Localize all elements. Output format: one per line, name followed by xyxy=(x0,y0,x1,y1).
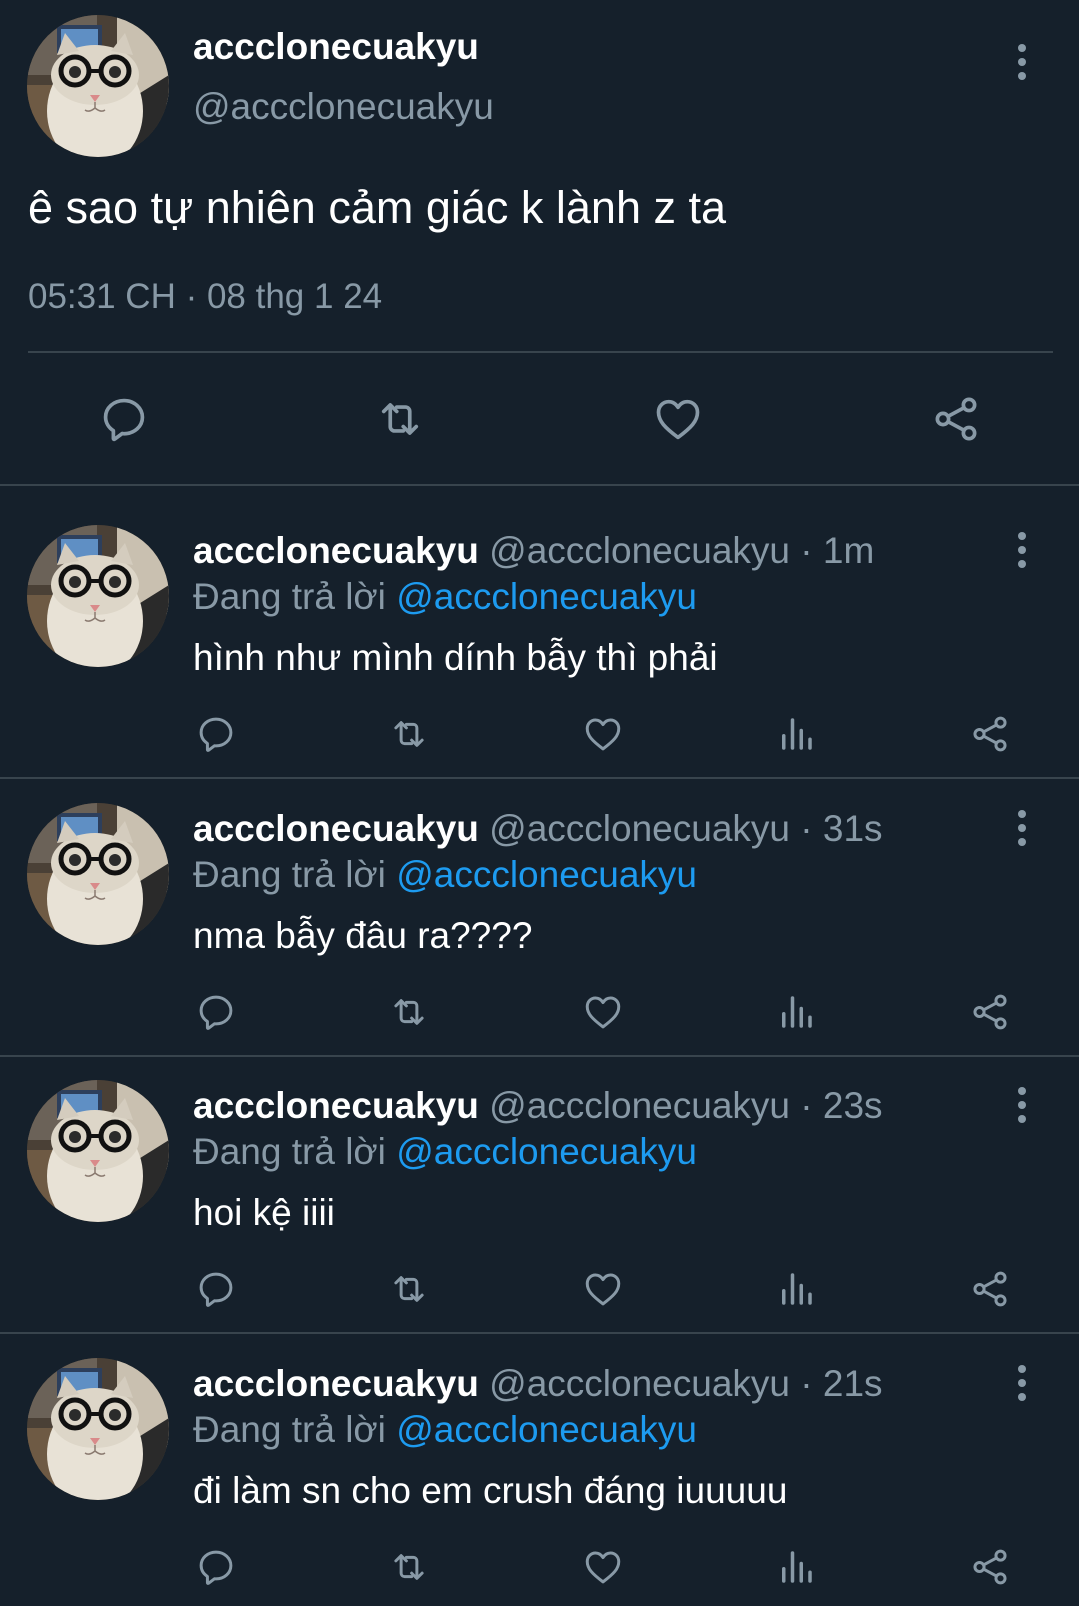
reply-icon[interactable] xyxy=(94,389,154,449)
replying-to: Đang trả lời @accclonecuakyu xyxy=(193,1409,697,1451)
divider xyxy=(0,777,1079,779)
reply-header: accclonecuakyu @accclonecuakyu · 31s xyxy=(193,808,883,850)
retweet-icon[interactable] xyxy=(384,1264,434,1314)
more-options-icon[interactable] xyxy=(1002,32,1042,92)
reply-text: đi làm sn cho em crush đáng iuuuuu xyxy=(193,1470,788,1511)
retweet-icon[interactable] xyxy=(384,1542,434,1592)
avatar[interactable] xyxy=(27,1080,169,1222)
like-icon[interactable] xyxy=(578,709,628,759)
reply-icon[interactable] xyxy=(191,709,241,759)
like-icon[interactable] xyxy=(648,389,708,449)
more-options-icon[interactable] xyxy=(1002,798,1042,858)
mention-link[interactable]: @accclonecuakyu xyxy=(396,576,697,617)
mention-link[interactable]: @accclonecuakyu xyxy=(396,854,697,895)
replying-to-label: Đang trả lời xyxy=(193,1131,397,1172)
like-icon[interactable] xyxy=(578,1542,628,1592)
views-icon[interactable] xyxy=(771,1542,821,1592)
share-icon[interactable] xyxy=(926,389,986,449)
display-name[interactable]: accclonecuakyu xyxy=(193,530,479,571)
handle-and-time: @accclonecuakyu · 23s xyxy=(478,1085,883,1126)
avatar[interactable] xyxy=(27,525,169,667)
handle-and-time: @accclonecuakyu · 1m xyxy=(478,530,875,571)
avatar[interactable] xyxy=(27,803,169,945)
like-icon[interactable] xyxy=(578,1264,628,1314)
replying-to-label: Đang trả lời xyxy=(193,1409,397,1450)
retweet-icon[interactable] xyxy=(370,389,430,449)
display-name[interactable]: accclonecuakyu xyxy=(193,808,479,849)
handle-and-time: @accclonecuakyu · 21s xyxy=(478,1363,883,1404)
mention-link[interactable]: @accclonecuakyu xyxy=(396,1409,697,1450)
user-handle[interactable]: @accclonecuakyu xyxy=(193,86,494,128)
reply-text: nma bẫy đâu ra???? xyxy=(193,915,533,956)
views-icon[interactable] xyxy=(771,987,821,1037)
reply-icon[interactable] xyxy=(191,987,241,1037)
reply-header: accclonecuakyu @accclonecuakyu · 1m xyxy=(193,530,874,572)
views-icon[interactable] xyxy=(771,1264,821,1314)
replying-to: Đang trả lời @accclonecuakyu xyxy=(193,854,697,896)
reply-header: accclonecuakyu @accclonecuakyu · 21s xyxy=(193,1363,883,1405)
reply-header: accclonecuakyu @accclonecuakyu · 23s xyxy=(193,1085,883,1127)
display-name[interactable]: accclonecuakyu xyxy=(193,1363,479,1404)
retweet-icon[interactable] xyxy=(384,987,434,1037)
display-name[interactable]: accclonecuakyu xyxy=(193,26,479,68)
tweet-text: ê sao tự nhiên cảm giác k lành z ta xyxy=(28,182,727,233)
divider xyxy=(0,1332,1079,1334)
divider xyxy=(0,484,1079,486)
more-options-icon[interactable] xyxy=(1002,1075,1042,1135)
share-icon[interactable] xyxy=(965,1264,1015,1314)
reply-icon[interactable] xyxy=(191,1264,241,1314)
reply-text: hình như mình dính bẫy thì phải xyxy=(193,637,718,678)
mention-link[interactable]: @accclonecuakyu xyxy=(396,1131,697,1172)
avatar[interactable] xyxy=(27,15,169,157)
replying-to: Đang trả lời @accclonecuakyu xyxy=(193,576,697,618)
retweet-icon[interactable] xyxy=(384,709,434,759)
avatar[interactable] xyxy=(27,1358,169,1500)
more-options-icon[interactable] xyxy=(1002,1353,1042,1413)
views-icon[interactable] xyxy=(771,709,821,759)
display-name[interactable]: accclonecuakyu xyxy=(193,1085,479,1126)
divider xyxy=(0,1055,1079,1057)
replying-to-label: Đang trả lời xyxy=(193,576,397,617)
replying-to: Đang trả lời @accclonecuakyu xyxy=(193,1131,697,1173)
tweet-timestamp[interactable]: 05:31 CH · 08 thg 1 24 xyxy=(28,277,382,317)
share-icon[interactable] xyxy=(965,1542,1015,1592)
share-icon[interactable] xyxy=(965,709,1015,759)
reply-text: hoi kệ iiii xyxy=(193,1192,335,1233)
share-icon[interactable] xyxy=(965,987,1015,1037)
replying-to-label: Đang trả lời xyxy=(193,854,397,895)
reply-icon[interactable] xyxy=(191,1542,241,1592)
handle-and-time: @accclonecuakyu · 31s xyxy=(478,808,883,849)
more-options-icon[interactable] xyxy=(1002,520,1042,580)
divider xyxy=(28,351,1053,353)
like-icon[interactable] xyxy=(578,987,628,1037)
